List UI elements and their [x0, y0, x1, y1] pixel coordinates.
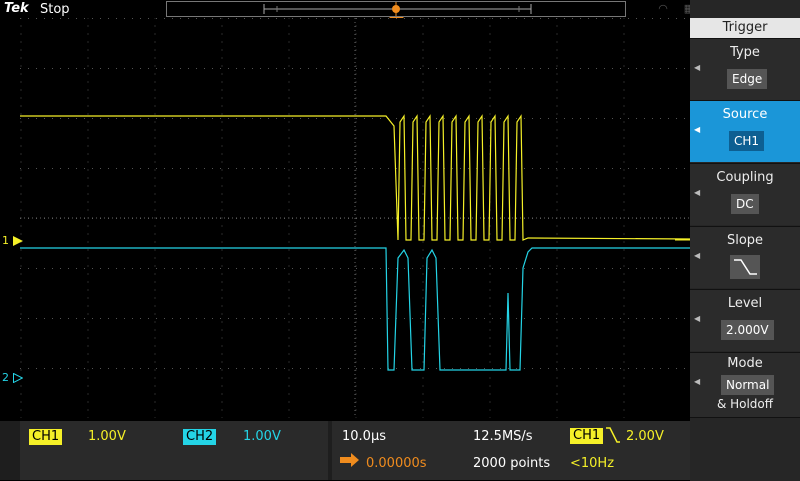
menu-item-label: Coupling	[716, 170, 774, 185]
menu-item-label: Level	[727, 296, 763, 311]
menu-title: Trigger	[690, 18, 800, 38]
menu-item-level[interactable]: ◀ Level 2.000V	[690, 289, 800, 351]
left-arrow-icon: ◀	[694, 314, 701, 323]
ch2-badge[interactable]: CH2	[183, 429, 217, 445]
menu-item-coupling[interactable]: ◀ Coupling DC	[690, 163, 800, 225]
trigger-source-badge[interactable]: CH1	[570, 428, 604, 444]
channel-readouts: CH1 1.00V CH2 1.00V	[20, 421, 328, 480]
trigger-side-menu: Trigger ◀ Type Edge ◀ Source CH1 ◀ Coupl…	[690, 0, 800, 481]
menu-item-value: 2.000V	[721, 320, 774, 340]
waveform-display[interactable]	[20, 18, 690, 418]
ch1-ground-marker[interactable]: 1	[2, 234, 23, 247]
record-view-bar[interactable]	[166, 1, 626, 17]
trigger-level-readout[interactable]: 2.00V	[626, 429, 664, 445]
menu-item-value-secondary: & Holdoff	[716, 397, 774, 411]
position-arrow-icon	[340, 453, 359, 467]
ch2-ground-marker[interactable]: 2	[2, 371, 24, 384]
ch1-badge[interactable]: CH1	[29, 429, 63, 445]
menu-item-value: CH1	[729, 131, 765, 151]
menu-item-value: Normal	[721, 375, 775, 395]
falling-edge-icon	[606, 427, 620, 443]
horizontal-trigger-readouts: 10.0µs 12.5MS/s CH1 2.00V 0.00000s 2000 …	[332, 421, 690, 480]
timebase-readout[interactable]: 10.0µs	[342, 429, 386, 445]
bottom-readout-bar: CH1 1.00V CH2 1.00V 10.0µs 12.5MS/s CH1 …	[0, 421, 690, 480]
falling-edge-icon	[730, 255, 760, 279]
status-bar: Tek Stop ◠ ▦ ⊏ ▣ ▤	[0, 0, 772, 18]
ch2-scale[interactable]: 1.00V	[243, 429, 281, 445]
menu-item-slope[interactable]: ◀ Slope	[690, 226, 800, 288]
menu-footer	[690, 417, 800, 481]
menu-item-value: DC	[731, 194, 759, 214]
ch1-scale[interactable]: 1.00V	[88, 429, 126, 445]
tek-logo: Tek	[4, 1, 29, 16]
left-arrow-icon: ◀	[694, 63, 701, 72]
left-arrow-icon: ◀	[694, 188, 701, 197]
ch2-marker-label: 2	[2, 371, 9, 384]
menu-item-label: Type	[730, 45, 760, 60]
menu-item-type[interactable]: ◀ Type Edge	[690, 38, 800, 100]
menu-item-value: Edge	[727, 69, 768, 89]
left-arrow-icon: ◀	[694, 377, 701, 386]
run-state[interactable]: Stop	[40, 2, 70, 17]
left-arrow-icon: ◀	[694, 125, 701, 134]
ch1-marker-label: 1	[2, 234, 9, 247]
menu-item-label: Slope	[726, 233, 764, 248]
menu-item-mode[interactable]: ◀ Mode Normal & Holdoff	[690, 352, 800, 417]
sample-rate-readout: 12.5MS/s	[473, 429, 533, 444]
wifi-icon: ◠	[658, 2, 668, 15]
menu-item-label: Mode	[727, 356, 763, 371]
horizontal-position-readout[interactable]: 0.00000s	[366, 456, 427, 472]
trigger-frequency-readout: <10Hz	[570, 456, 615, 471]
record-length-readout: 2000 points	[473, 456, 551, 471]
left-arrow-icon: ◀	[694, 251, 701, 260]
menu-item-label: Source	[722, 107, 768, 122]
menu-item-source[interactable]: ◀ Source CH1	[690, 100, 800, 162]
